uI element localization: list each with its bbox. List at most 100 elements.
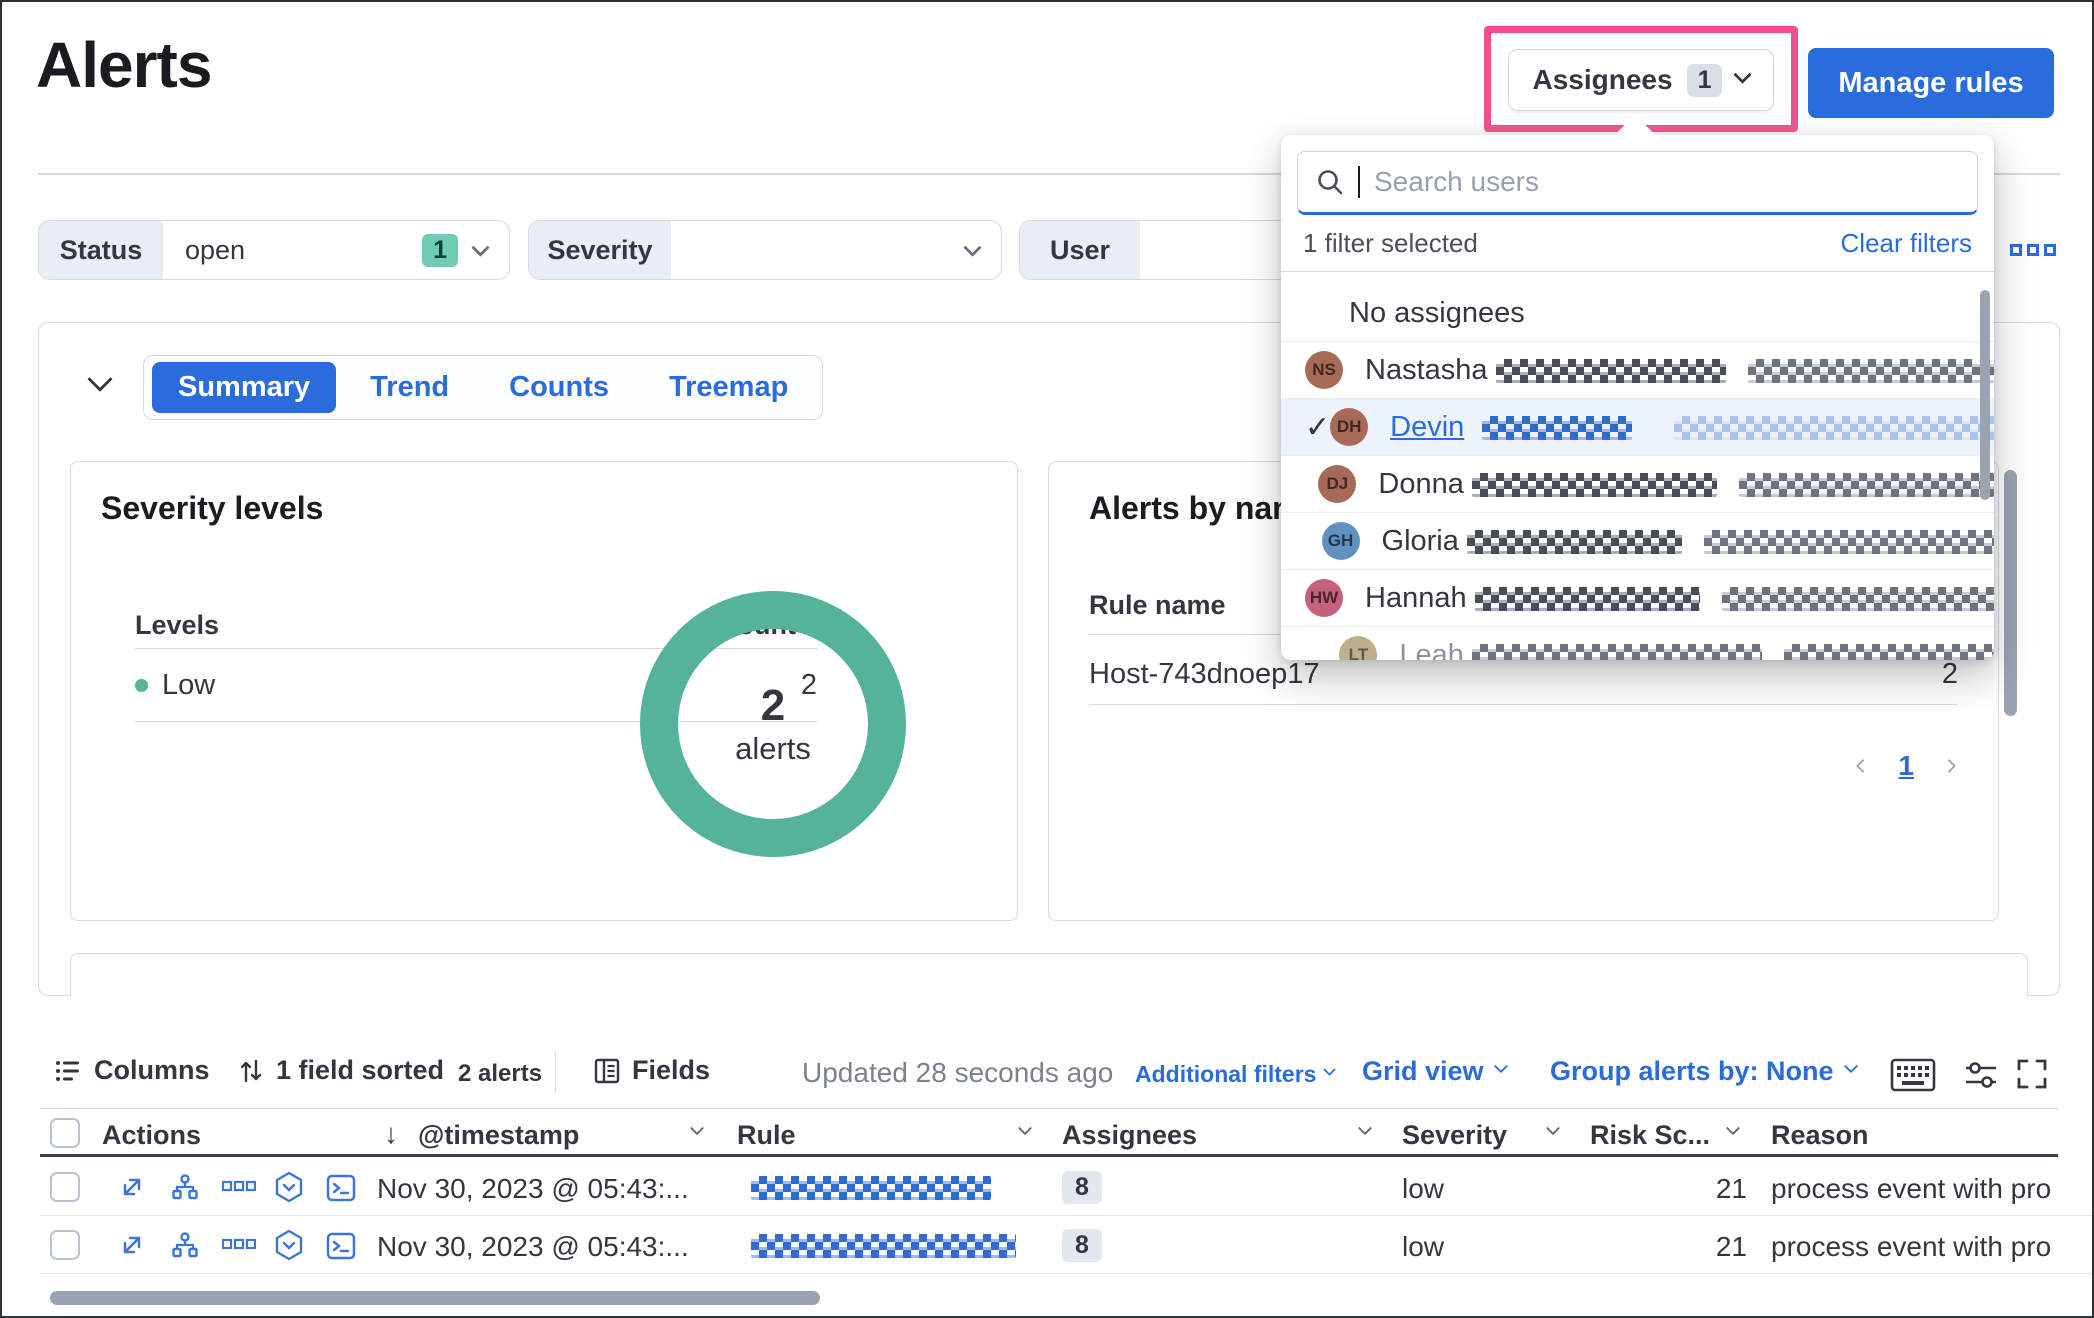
option-user-devin[interactable]: ✓ DH Devin <box>1281 399 1994 456</box>
page-vertical-scrollbar[interactable] <box>2004 470 2017 716</box>
avatar: NS <box>1305 351 1343 389</box>
chevron-down-icon[interactable] <box>690 1121 704 1135</box>
fields-label: Fields <box>632 1055 710 1086</box>
option-user-leah[interactable]: LT Leah <box>1281 627 1994 660</box>
fullscreen-icon[interactable] <box>2016 1058 2048 1090</box>
chevron-down-icon <box>1324 1063 1337 1076</box>
risk-score-cell: 21 <box>1700 1173 1747 1205</box>
rule-link-redacted[interactable] <box>751 1176 991 1200</box>
avatar: LT <box>1339 636 1377 660</box>
chevron-down-icon <box>471 238 489 256</box>
more-actions-icon[interactable] <box>222 1178 256 1194</box>
avatar: DH <box>1330 408 1368 446</box>
user-first-name[interactable]: Devin <box>1390 411 1464 443</box>
option-user-gloria[interactable]: GH Gloria <box>1281 513 1994 570</box>
terminal-icon[interactable] <box>326 1173 356 1203</box>
collapsed-chart-card <box>70 953 2028 996</box>
reason-cell[interactable]: process event with pro <box>1771 1231 2051 1263</box>
previous-page-icon[interactable] <box>1856 759 1870 773</box>
chevron-down-icon[interactable] <box>1358 1121 1372 1135</box>
expand-alert-icon[interactable] <box>117 1230 147 1260</box>
row-checkbox[interactable] <box>50 1172 80 1202</box>
severity-level-label: Low <box>162 669 215 702</box>
search-users-input[interactable]: Search users <box>1297 151 1978 215</box>
square-dot <box>2044 244 2056 256</box>
tab-trend[interactable]: Trend <box>344 362 475 413</box>
alerts-donut-chart: 2 alerts <box>640 591 906 857</box>
redacted-name <box>1475 587 1700 611</box>
option-user-nastasha[interactable]: NS Nastasha <box>1281 342 1994 399</box>
analyze-event-icon[interactable] <box>170 1172 200 1202</box>
avatar: DJ <box>1318 465 1356 503</box>
assignees-count-cell[interactable]: 8 <box>1062 1229 1102 1262</box>
terminal-icon[interactable] <box>326 1231 356 1261</box>
tab-summary[interactable]: Summary <box>152 362 336 413</box>
columns-button[interactable]: Columns <box>54 1055 210 1086</box>
select-all-checkbox[interactable] <box>50 1118 80 1148</box>
status-count-badge: 1 <box>422 234 458 267</box>
chevron-down-icon[interactable] <box>1726 1121 1740 1135</box>
col-header-actions: Actions <box>102 1120 201 1151</box>
analyze-event-icon[interactable] <box>170 1230 200 1260</box>
fields-icon <box>594 1057 620 1085</box>
popup-vertical-scrollbar[interactable] <box>1980 290 1990 500</box>
option-user-donna[interactable]: DJ Donna <box>1281 456 1994 513</box>
rule-link-redacted[interactable] <box>751 1234 1016 1258</box>
row-checkbox[interactable] <box>50 1230 80 1260</box>
inspect-controls-icon[interactable] <box>1964 1060 1998 1090</box>
square-dot <box>2010 244 2022 256</box>
group-alerts-by-button[interactable]: Group alerts by: None <box>1550 1056 1856 1087</box>
severity-cell: low <box>1402 1231 1444 1263</box>
clear-filters-link[interactable]: Clear filters <box>1841 228 1972 259</box>
manage-rules-button[interactable]: Manage rules <box>1808 48 2054 118</box>
status-filter[interactable]: Status open 1 <box>38 220 510 280</box>
keyboard-shortcuts-icon[interactable] <box>1890 1058 1936 1092</box>
chevron-down-icon <box>1734 65 1752 83</box>
sorted-fields-button[interactable]: 1 field sorted <box>238 1055 444 1086</box>
reason-cell[interactable]: process event with pro <box>1771 1173 2051 1205</box>
option-user-hannah[interactable]: HW Hannah <box>1281 570 1994 627</box>
redacted-email <box>1739 473 1994 497</box>
assignees-filter-button[interactable]: Assignees 1 <box>1508 49 1774 111</box>
fields-button[interactable]: Fields <box>594 1055 710 1086</box>
next-page-icon[interactable] <box>1942 759 1956 773</box>
chevron-down-icon[interactable] <box>1546 1121 1560 1135</box>
col-header-timestamp[interactable]: @timestamp <box>418 1120 579 1151</box>
col-header-risk-score[interactable]: Risk Sc... <box>1590 1120 1710 1151</box>
session-view-icon[interactable] <box>274 1171 304 1203</box>
option-no-assignees[interactable]: No assignees <box>1281 285 1994 342</box>
session-view-icon[interactable] <box>274 1229 304 1261</box>
tab-treemap[interactable]: Treemap <box>643 362 814 413</box>
table-horizontal-scrollbar[interactable] <box>50 1291 820 1305</box>
page-number[interactable]: 1 <box>1898 750 1914 782</box>
severity-levels-card: Severity levels Levels Count ↓ Low 2 <box>70 461 1018 921</box>
no-assignees-label: No assignees <box>1349 297 1525 330</box>
severity-filter[interactable]: Severity <box>528 220 1002 280</box>
view-tab-group: Summary Trend Counts Treemap <box>143 355 823 420</box>
col-header-rule[interactable]: Rule <box>737 1120 796 1151</box>
pagination: 1 <box>1858 750 1954 782</box>
col-header-severity[interactable]: Severity <box>1402 1120 1507 1151</box>
redacted-email <box>1722 587 1994 611</box>
chevron-down-icon <box>963 238 981 256</box>
grid-view-button[interactable]: Grid view <box>1362 1056 1506 1087</box>
assignees-count-badge: 1 <box>1687 64 1723 97</box>
assignees-button-label: Assignees <box>1533 64 1673 96</box>
redacted-email <box>1784 644 1994 661</box>
redacted-email <box>1748 359 1994 383</box>
toolbar-divider <box>555 1050 556 1092</box>
more-filters-icon[interactable] <box>2010 244 2056 256</box>
popup-meta-row: 1 filter selected Clear filters <box>1281 215 1994 272</box>
col-header-assignees[interactable]: Assignees <box>1062 1120 1197 1151</box>
severity-filter-label: Severity <box>529 221 671 279</box>
chevron-down-icon[interactable] <box>1018 1121 1032 1135</box>
expand-alert-icon[interactable] <box>117 1172 147 1202</box>
additional-filters-button[interactable]: Additional filters <box>1135 1061 1334 1088</box>
collapse-chevron-icon[interactable] <box>87 366 112 391</box>
rule-name-cell[interactable]: Host-743dnoep17 <box>1089 658 1320 691</box>
more-actions-icon[interactable] <box>222 1236 256 1252</box>
tab-counts[interactable]: Counts <box>483 362 635 413</box>
assignees-count-cell[interactable]: 8 <box>1062 1171 1102 1204</box>
redacted-name <box>1496 359 1726 383</box>
avatar: HW <box>1305 579 1343 617</box>
